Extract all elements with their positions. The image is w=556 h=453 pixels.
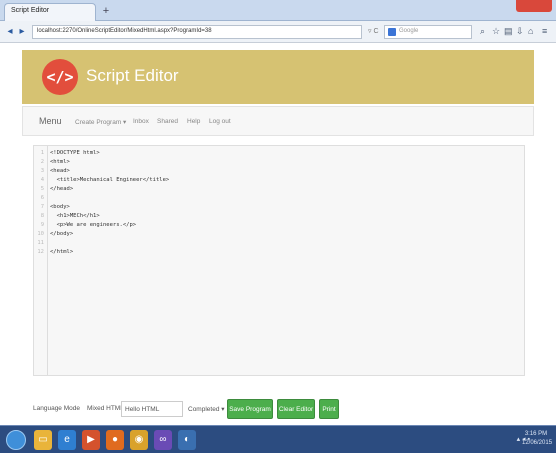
code-line: 7 <body> (40, 204, 70, 210)
google-icon (388, 28, 396, 36)
menu-icon[interactable]: ≡ (542, 26, 547, 36)
clock-date: 12/06/2015 (522, 440, 553, 446)
app-icon[interactable]: ◐ (178, 430, 196, 450)
chrome-icon[interactable]: ◉ (130, 430, 148, 450)
menu-item-help[interactable]: Help (187, 118, 200, 125)
code-line: 2 <html> (40, 159, 70, 165)
visual-studio-icon[interactable]: ∞ (154, 430, 172, 450)
menu-item-logout[interactable]: Log out (209, 118, 231, 125)
clock-time: 3:16 PM (524, 431, 548, 437)
search-input[interactable]: Google (384, 25, 472, 39)
clear-editor-button[interactable]: Clear Editor (277, 399, 315, 419)
language-mode-label: Language Mode (33, 405, 80, 412)
save-program-button[interactable]: Save Program (227, 399, 273, 419)
code-logo-icon: </> (42, 59, 78, 95)
bookmark-star-icon[interactable]: ☆ (492, 26, 500, 37)
code-line: 12 </html> (37, 249, 74, 255)
new-tab-button[interactable]: + (98, 5, 114, 19)
app-title: Script Editor (86, 66, 179, 85)
menu-brand[interactable]: Menu (39, 116, 62, 126)
file-explorer-icon[interactable]: ▭ (34, 430, 52, 450)
code-line: 9 <p>We are engineers.</p> (40, 222, 137, 228)
browser-navbar: ◂ ▸ localhost:2270/OnlineScriptEditor/Mi… (0, 21, 556, 43)
forward-icon[interactable]: ▸ (16, 25, 28, 39)
print-button[interactable]: Print (319, 399, 339, 419)
back-icon[interactable]: ◂ (4, 25, 16, 39)
code-line: 11 (37, 240, 44, 246)
browser-tab[interactable]: Script Editor (4, 3, 96, 21)
program-title-input[interactable]: Hello HTML (121, 401, 183, 417)
home-icon[interactable]: ⌂ (528, 26, 533, 36)
url-input[interactable]: localhost:2270/OnlineScriptEditor/MixedH… (32, 25, 362, 39)
search-placeholder: Google (399, 28, 419, 34)
menu-item-inbox[interactable]: Inbox (133, 118, 149, 125)
code-line: 1 <!DOCTYPE html> (40, 150, 100, 156)
start-button[interactable] (6, 430, 26, 450)
code-line: 10 </body> (37, 231, 74, 237)
taskbar: ▭ e ▶ ● ◉ ∞ ◐ ▴ ◂ ▪ 3:16 PM 12/06/2015 (0, 425, 556, 453)
firefox-icon[interactable]: ● (106, 430, 124, 450)
status-select[interactable]: Completed ▾ (185, 401, 225, 417)
window-close-button[interactable] (516, 0, 552, 12)
menu-item-create-program[interactable]: Create Program ▾ (75, 118, 126, 126)
taskbar-clock[interactable]: 3:16 PM 12/06/2015 (522, 430, 553, 448)
menu-item-shared[interactable]: Shared (157, 118, 178, 125)
code-editor[interactable]: 1 <!DOCTYPE html> 2 <html> 3 <head> 4 <titl… (33, 145, 525, 376)
code-line: 4 <title>Mechanical Engineer</title> (40, 177, 170, 183)
editor-toolbar: Language Mode Mixed HTML Hello HTML Comp… (33, 398, 533, 420)
code-line: 8 <h1>MECh</h1> (40, 213, 100, 219)
code-line: 5 </head> (40, 186, 74, 192)
download-icon[interactable]: ⇩ (516, 26, 524, 37)
reload-icon[interactable]: ▿ C (368, 27, 379, 35)
search-icon[interactable]: ⌕ (480, 26, 485, 37)
media-player-icon[interactable]: ▶ (82, 430, 100, 450)
language-mode-value[interactable]: Mixed HTML (87, 405, 124, 412)
browser-tabbar: Script Editor + (0, 0, 556, 21)
code-line: 6 (40, 195, 44, 201)
code-line: 3 <head> (40, 168, 70, 174)
main-menu: Menu Create Program ▾ Inbox Shared Help … (22, 106, 534, 136)
internet-explorer-icon[interactable]: e (58, 430, 76, 450)
clipboard-icon[interactable]: ▤ (504, 26, 513, 37)
app-header: </> Script Editor (22, 50, 534, 104)
